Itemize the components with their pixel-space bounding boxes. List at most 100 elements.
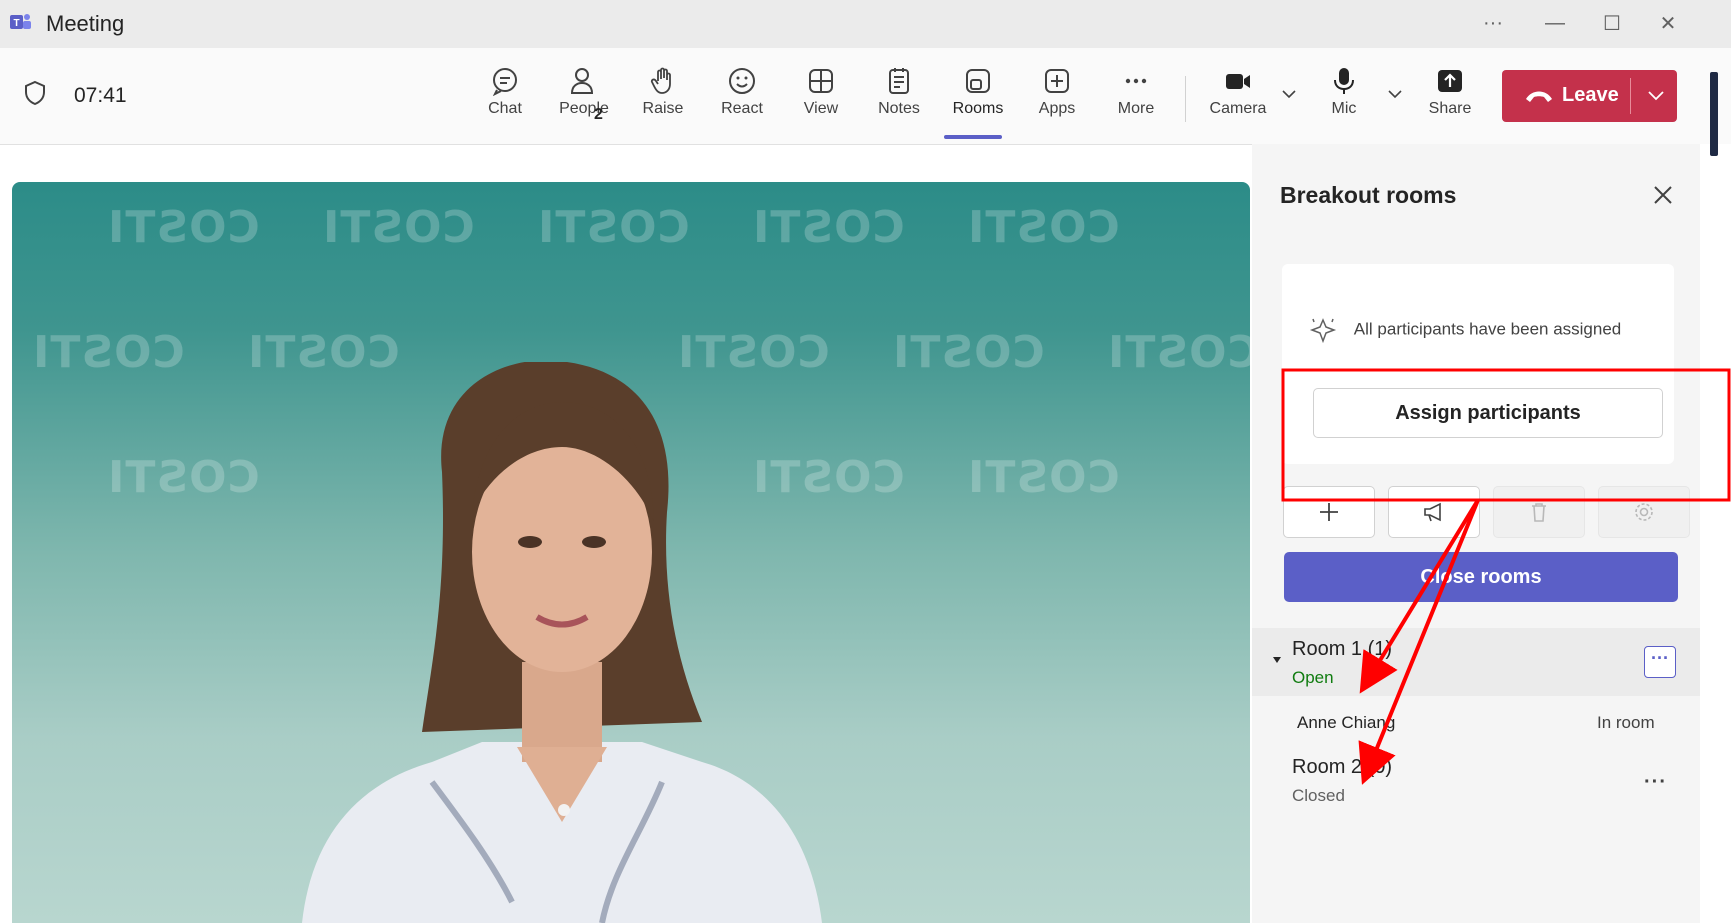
people-button[interactable]: People (549, 62, 619, 132)
mic-options-chevron-icon[interactable] (1387, 88, 1403, 100)
background-watermark: COSTI (322, 202, 475, 253)
apps-button[interactable]: Apps (1022, 62, 1092, 132)
toolbar-divider (1185, 76, 1186, 122)
background-watermark: COSTI (967, 452, 1120, 503)
camera-button[interactable]: Camera (1203, 62, 1273, 132)
room-settings-button[interactable] (1598, 486, 1690, 538)
room-1-more-button[interactable]: ··· (1644, 646, 1676, 678)
ellipsis-icon (1125, 78, 1147, 84)
people-icon (570, 68, 594, 94)
chat-label: Chat (488, 100, 522, 117)
share-label: Share (1428, 100, 1472, 117)
room-1-row[interactable]: Room 1 (1) Open ··· (1252, 628, 1700, 696)
room-1-status: Open (1292, 668, 1334, 687)
more-button[interactable]: More (1101, 62, 1171, 132)
teams-icon: T (10, 14, 31, 29)
people-count-badge: 2 (594, 106, 603, 123)
smiley-icon (729, 68, 755, 94)
more-label: More (1117, 100, 1155, 117)
video-stage: COSTI COSTI COSTI COSTI COSTI COSTI COST… (12, 182, 1250, 923)
hang-up-icon (1526, 91, 1552, 102)
react-button[interactable]: React (707, 62, 777, 132)
background-watermark: COSTI (32, 327, 185, 378)
close-window-button[interactable]: ✕ (1653, 10, 1683, 36)
background-watermark: COSTI (107, 202, 260, 253)
sparkle-icon (1309, 318, 1337, 344)
close-icon[interactable] (1646, 178, 1680, 212)
leave-button[interactable]: Leave (1502, 70, 1677, 122)
room-2-name[interactable]: Room 2 (0) (1292, 756, 1392, 779)
background-watermark: COSTI (1107, 327, 1250, 378)
camera-icon (1226, 74, 1250, 89)
scroll-indicator (1710, 72, 1718, 156)
rooms-button[interactable]: Rooms (943, 62, 1013, 132)
camera-label: Camera (1209, 100, 1267, 117)
maximize-label: ☐ (1603, 12, 1621, 35)
trash-icon (1532, 503, 1546, 522)
leave-label: Leave (1562, 84, 1619, 106)
raise-hand-button[interactable]: Raise (628, 62, 698, 132)
notes-label: Notes (878, 100, 920, 117)
room-2-status: Closed (1292, 786, 1345, 805)
participant-status: In room (1597, 713, 1655, 732)
close-window-label: ✕ (1659, 12, 1677, 35)
mic-icon (1334, 68, 1354, 94)
people-label: People (559, 100, 609, 117)
react-label: React (721, 100, 763, 117)
view-button[interactable]: View (786, 62, 856, 132)
window-title: Meeting (46, 11, 125, 36)
apps-label: Apps (1038, 100, 1076, 117)
megaphone-icon (1424, 502, 1441, 522)
notes-icon (889, 68, 909, 94)
chat-button[interactable]: Chat (470, 62, 540, 132)
delete-room-button[interactable] (1493, 486, 1585, 538)
mic-label: Mic (1331, 100, 1357, 117)
leave-options-chevron-icon[interactable] (1647, 90, 1665, 102)
panel-title: Breakout rooms (1280, 182, 1457, 208)
share-icon (1438, 70, 1462, 92)
view-label: View (803, 100, 839, 117)
svg-text:T: T (13, 18, 19, 29)
meeting-timer: 07:41 (74, 84, 127, 107)
background-watermark: COSTI (107, 452, 260, 503)
assign-participants-button[interactable]: Assign participants (1313, 388, 1663, 438)
raise-hand-icon (650, 67, 671, 94)
breakout-rooms-panel: Breakout rooms All participants have bee… (1252, 144, 1700, 923)
participant-video-person (302, 362, 822, 923)
title-bar: T Meeting ··· — ☐ ✕ (0, 0, 1731, 48)
rooms-icon (966, 69, 990, 93)
close-rooms-button[interactable]: Close rooms (1284, 552, 1678, 602)
participant-name: Anne Chiang (1297, 713, 1396, 732)
active-tab-indicator (944, 135, 1002, 139)
mic-button[interactable]: Mic (1309, 62, 1379, 132)
share-button[interactable]: Share (1415, 62, 1485, 132)
chat-icon (492, 68, 517, 96)
add-room-button[interactable] (1283, 486, 1375, 538)
plus-icon (1320, 503, 1338, 521)
collapse-caret-icon[interactable] (1272, 656, 1282, 664)
background-watermark: COSTI (537, 202, 690, 253)
add-app-icon (1045, 69, 1069, 93)
announcement-button[interactable] (1388, 486, 1480, 538)
grid-icon (809, 69, 833, 93)
meeting-toolbar: 07:41 Chat People 2 Raise React View Not… (0, 48, 1731, 145)
window-more-label: ··· (1483, 11, 1503, 34)
window-edge (1700, 72, 1731, 923)
minimize-button[interactable]: — (1540, 10, 1570, 36)
gear-icon (1635, 503, 1653, 521)
leave-divider (1630, 78, 1631, 114)
shield-icon (25, 80, 45, 106)
assigned-message: All participants have been assigned (1353, 319, 1622, 339)
rooms-label: Rooms (952, 100, 1004, 117)
raise-label: Raise (642, 100, 684, 117)
background-watermark: COSTI (752, 202, 905, 253)
notes-button[interactable]: Notes (864, 62, 934, 132)
camera-options-chevron-icon[interactable] (1281, 88, 1297, 100)
maximize-button[interactable]: ☐ (1597, 10, 1627, 36)
background-watermark: COSTI (892, 327, 1045, 378)
background-watermark: COSTI (967, 202, 1120, 253)
window-more-button[interactable]: ··· (1478, 10, 1508, 36)
minimize-label: — (1545, 11, 1565, 34)
room-2-more-button[interactable]: ··· (1644, 771, 1667, 794)
assigned-status: All participants have been assigned (1308, 316, 1621, 344)
